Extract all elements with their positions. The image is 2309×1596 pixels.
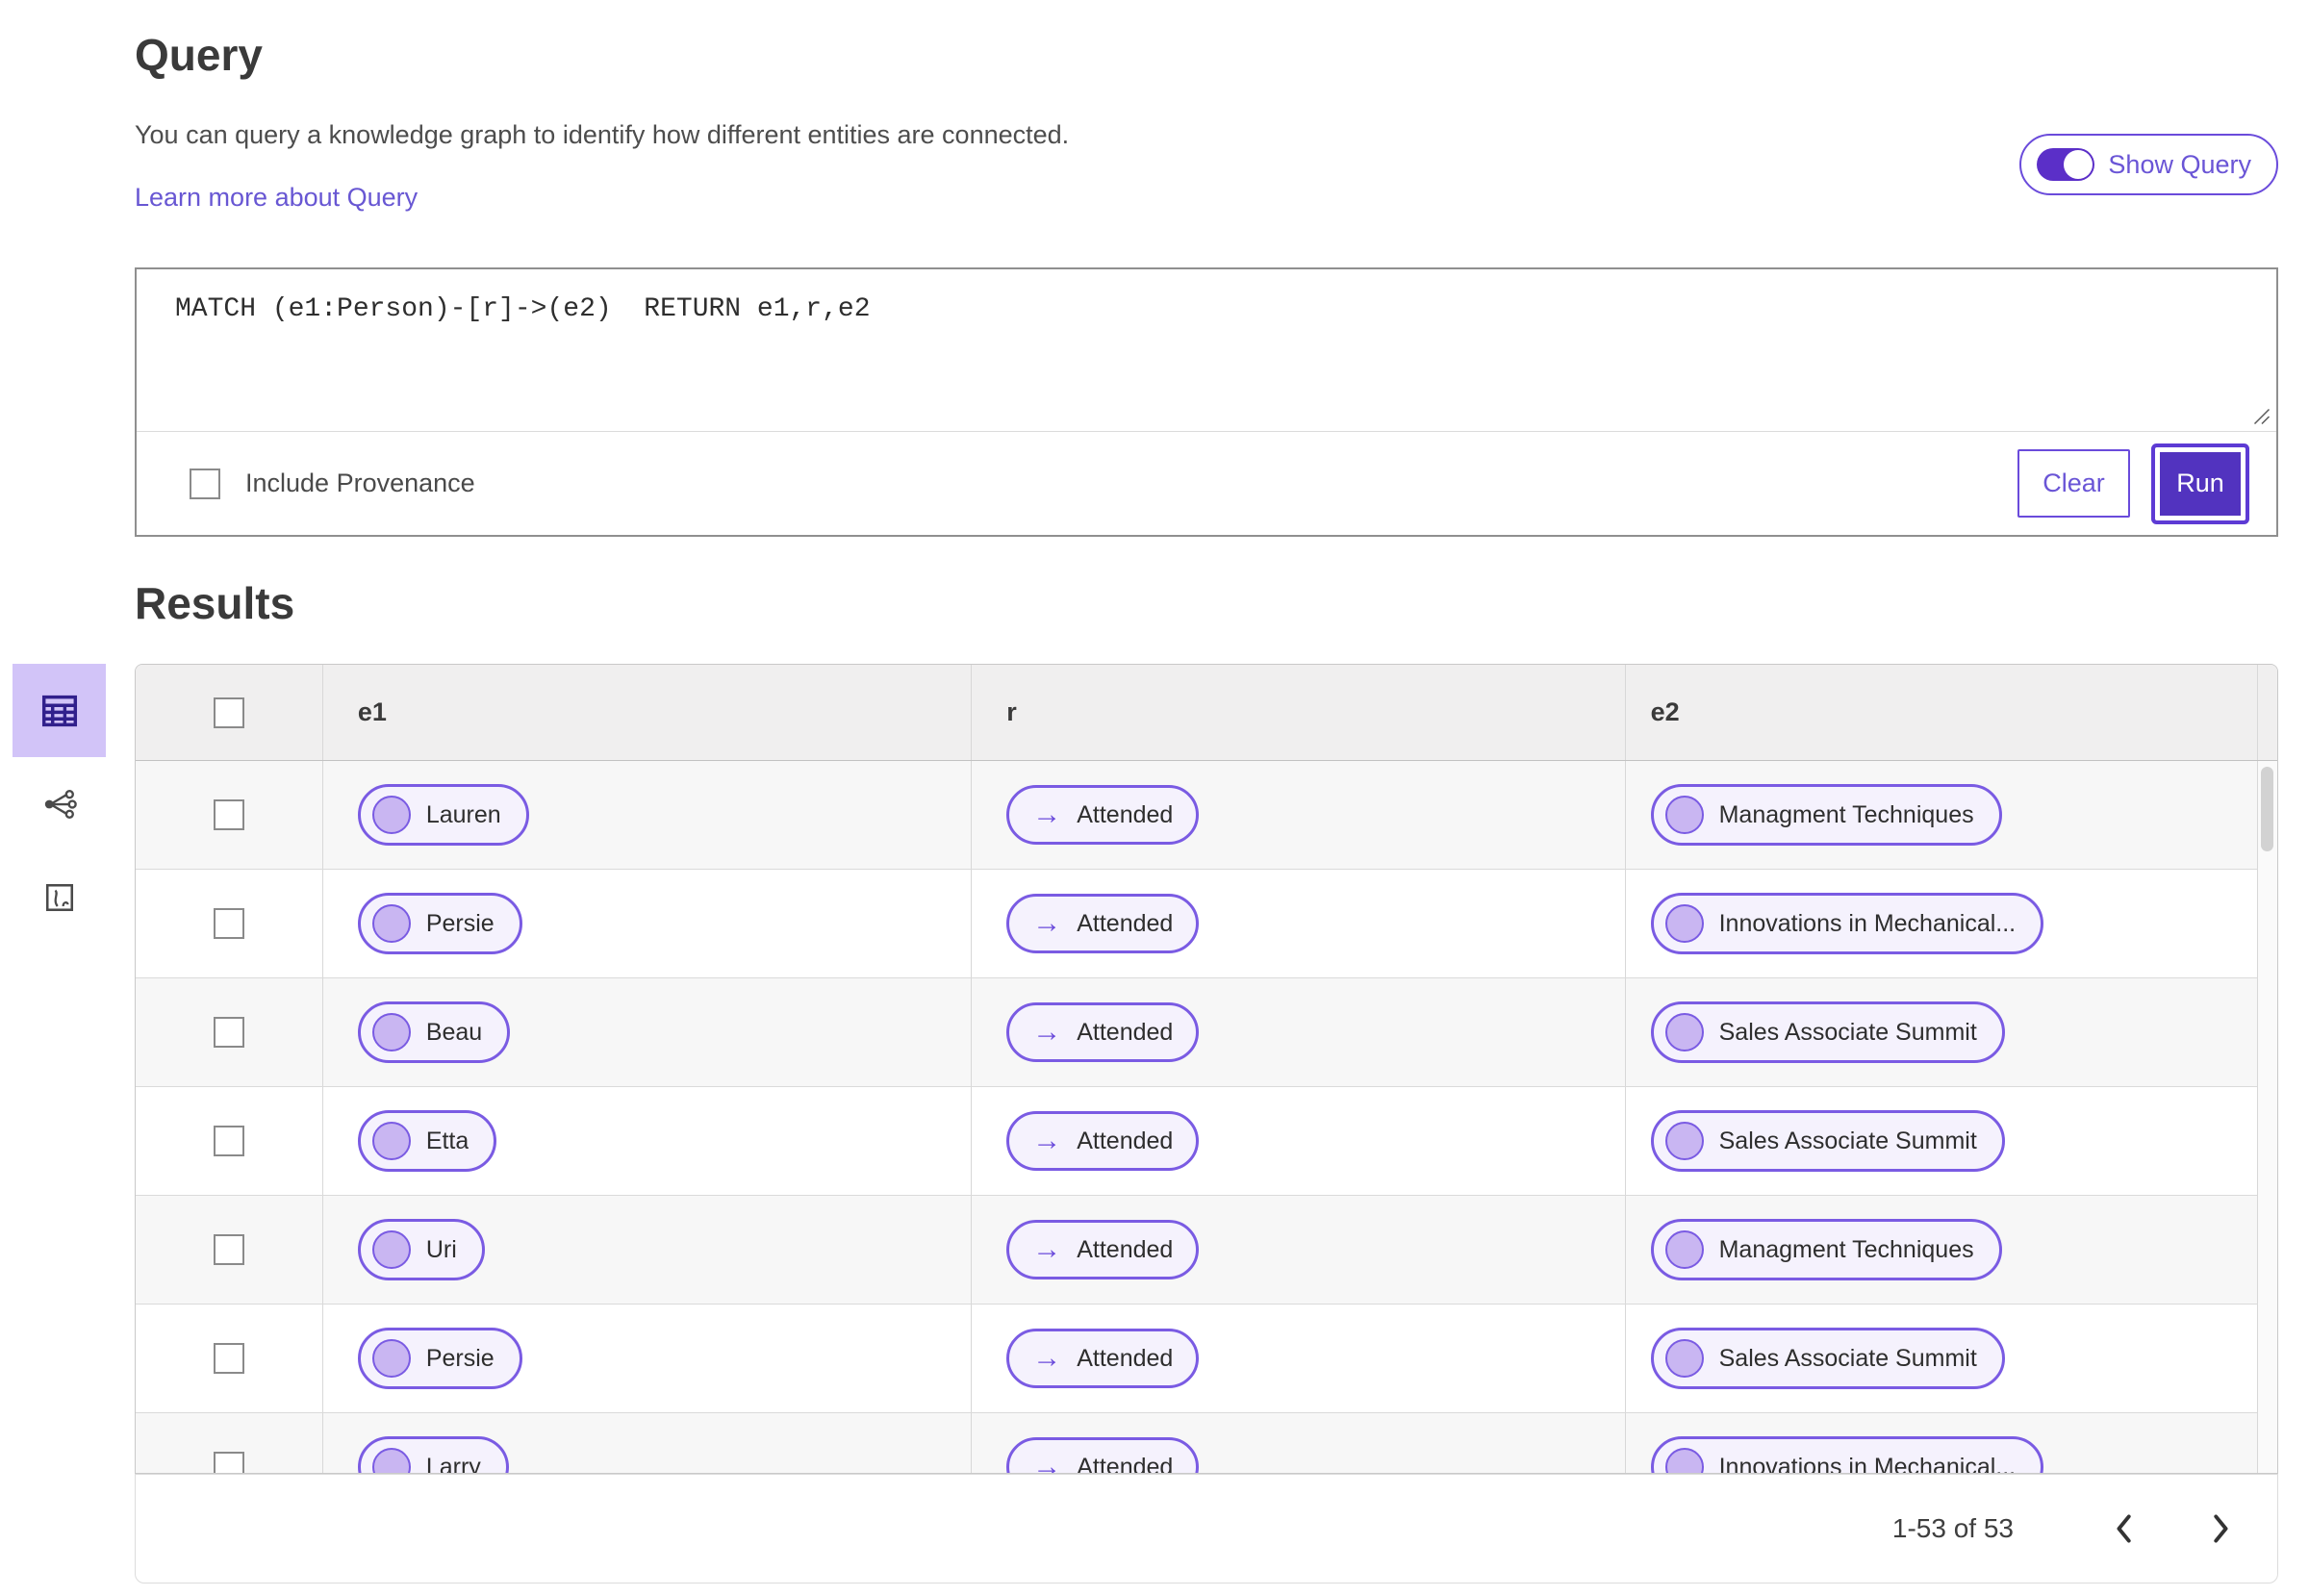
entity-node-icon [371,796,411,834]
relation-pill[interactable]: → Attended [1006,1220,1200,1279]
pagination-range: 1-53 of 53 [1891,1513,2014,1543]
relation-pill[interactable]: → Attended [1006,1437,1200,1474]
entity-node-icon [1664,1230,1704,1269]
results-table: e1 r e2 Lauren → Attended Managment Techn… [135,664,2278,1474]
relation-pill[interactable]: → Attended [1006,894,1200,953]
table-view-button[interactable] [13,664,106,757]
row-checkbox[interactable] [213,908,244,939]
entity-pill[interactable]: Sales Associate Summit [1650,1328,2005,1389]
entity-pill[interactable]: Sales Associate Summit [1650,1001,2005,1063]
show-query-toggle[interactable]: Show Query [2019,134,2278,195]
pagination-bar: 1-53 of 53 [135,1474,2278,1583]
run-button[interactable]: Run [2155,446,2246,520]
column-header-r: r [1006,697,1017,726]
table-scrollbar[interactable] [2257,761,2277,1473]
page-title: Query [135,30,263,80]
resize-grip-icon[interactable] [2253,408,2271,425]
relation-arrow-icon: → [1032,1016,1062,1048]
table-row: Etta → Attended Sales Associate Summit [136,1087,2277,1196]
entity-pill[interactable]: Managment Techniques [1650,784,2002,846]
row-checkbox[interactable] [213,1234,244,1265]
chevron-left-icon [2117,1514,2131,1543]
entity-node-icon [1664,796,1704,834]
entity-pill[interactable]: Beau [357,1001,511,1063]
query-controls: Include Provenance Clear Run [137,432,2276,535]
checkbox-icon[interactable] [190,468,220,499]
relation-pill[interactable]: → Attended [1006,1111,1200,1171]
table-icon [41,695,77,726]
table-row: Persie → Attended Innovations in Mechanic… [136,870,2277,978]
entity-node-icon [371,1013,411,1051]
entity-node-icon [1664,1122,1704,1160]
row-checkbox[interactable] [213,1126,244,1156]
table-row: Larry → Attended Innovations in Mechanica… [136,1413,2277,1474]
table-header-row: e1 r e2 [136,665,2277,761]
entity-node-icon [1664,1339,1704,1378]
chart-icon [45,883,73,911]
entity-node-icon [1664,904,1704,943]
entity-node-icon [371,1122,411,1160]
show-query-label: Show Query [2108,149,2251,179]
toggle-knob [2064,150,2093,179]
chevron-right-icon [2214,1514,2228,1543]
results-view-switcher [13,664,106,944]
entity-pill[interactable]: Innovations in Mechanical... [1650,893,2044,954]
relation-arrow-icon: → [1032,1342,1062,1374]
row-checkbox[interactable] [213,1343,244,1374]
next-page-button[interactable] [2204,1507,2239,1550]
entity-node-icon [371,1339,411,1378]
relation-pill[interactable]: → Attended [1006,1329,1200,1388]
row-checkbox[interactable] [213,1017,244,1048]
graph-view-button[interactable] [13,757,106,850]
query-panel: MATCH (e1:Person)-[r]->(e2) RETURN e1,r,… [135,267,2278,537]
relation-arrow-icon: → [1032,907,1062,939]
entity-pill[interactable]: Managment Techniques [1650,1219,2002,1280]
include-provenance-checkbox[interactable]: Include Provenance [190,468,475,499]
share-network-icon [44,789,77,819]
column-header-e1: e1 [357,697,387,726]
table-row: Lauren → Attended Managment Techniques [136,761,2277,870]
relation-arrow-icon: → [1032,798,1062,830]
entity-node-icon [1664,1448,1704,1473]
entity-pill[interactable]: Innovations in Mechanical... [1650,1436,2044,1473]
relation-arrow-icon: → [1032,1233,1062,1265]
results-title: Results [135,578,295,628]
relation-pill[interactable]: → Attended [1006,1002,1200,1062]
relation-arrow-icon: → [1032,1451,1062,1474]
column-header-e2: e2 [1650,697,1680,726]
clear-button[interactable]: Clear [2017,449,2130,518]
table-row: Persie → Attended Sales Associate Summit [136,1305,2277,1413]
previous-page-button[interactable] [2106,1507,2141,1550]
scrollbar-thumb[interactable] [2261,767,2273,851]
entity-node-icon [1664,1013,1704,1051]
row-checkbox[interactable] [213,1452,244,1473]
entity-pill[interactable]: Larry [357,1436,509,1473]
entity-node-icon [371,904,411,943]
toggle-switch-icon[interactable] [2037,148,2095,181]
relation-arrow-icon: → [1032,1125,1062,1156]
chart-view-button[interactable] [13,850,106,944]
entity-pill[interactable]: Uri [357,1219,485,1280]
row-checkbox[interactable] [213,799,244,830]
query-text[interactable]: MATCH (e1:Person)-[r]->(e2) RETURN e1,r,… [175,294,871,324]
table-row: Uri → Attended Managment Techniques [136,1196,2277,1305]
page-description: You can query a knowledge graph to ident… [135,120,1070,149]
entity-pill[interactable]: Persie [357,893,522,954]
entity-pill[interactable]: Persie [357,1328,522,1389]
query-editor[interactable]: MATCH (e1:Person)-[r]->(e2) RETURN e1,r,… [137,269,2276,432]
query-button-group: Clear Run [2017,446,2251,520]
entity-pill[interactable]: Sales Associate Summit [1650,1110,2005,1172]
entity-node-icon [371,1448,411,1473]
learn-more-link[interactable]: Learn more about Query [135,183,418,213]
entity-pill[interactable]: Etta [357,1110,497,1172]
entity-node-icon [371,1230,411,1269]
entity-pill[interactable]: Lauren [357,784,529,846]
relation-pill[interactable]: → Attended [1006,785,1200,845]
table-row: Beau → Attended Sales Associate Summit [136,978,2277,1087]
select-all-checkbox[interactable] [213,697,244,728]
include-provenance-label: Include Provenance [245,469,475,497]
